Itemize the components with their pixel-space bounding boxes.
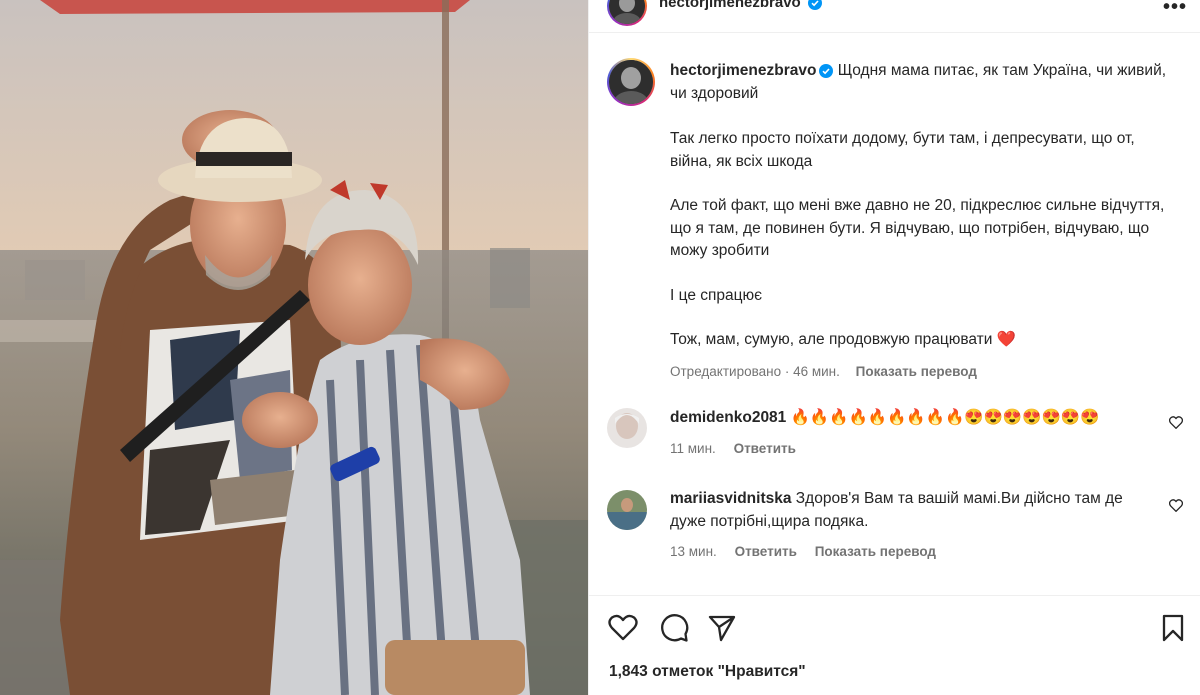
translate-button[interactable]: Показать перевод xyxy=(815,544,936,559)
caption-paragraph: І це спрацює xyxy=(670,286,763,304)
likes-count[interactable]: 1,843 отметок "Нравится" xyxy=(609,663,806,681)
verified-badge-icon xyxy=(819,63,834,78)
caption-paragraph: Тож, мам, сумую, але продовжую працювати xyxy=(670,331,993,348)
caption-username[interactable]: hectorjimenezbravo xyxy=(670,62,816,79)
comment-time[interactable]: 13 мин. xyxy=(670,544,717,559)
post-actions: 1,843 отметок "Нравится" xyxy=(589,595,1200,695)
post-photo[interactable] xyxy=(0,0,588,695)
caption-paragraph: Але той факт, що мені вже давно не 20, п… xyxy=(670,197,1165,259)
small-heart-icon[interactable] xyxy=(1168,499,1184,515)
reply-button[interactable]: Ответить xyxy=(734,441,796,456)
caption-text: hectorjimenezbravo Щодня мама питає, як … xyxy=(670,60,1170,383)
more-options-icon[interactable]: ••• xyxy=(1163,0,1187,19)
comment-meta: 13 мин. Ответить Показать перевод xyxy=(670,544,950,559)
comment-text: 🔥🔥🔥🔥🔥🔥🔥🔥🔥😍😍😍😍😍😍😍 xyxy=(790,409,1100,426)
comment-body: demidenko2081 🔥🔥🔥🔥🔥🔥🔥🔥🔥😍😍😍😍😍😍😍 xyxy=(670,407,1150,430)
comment-meta: 11 мин. Ответить xyxy=(670,441,810,456)
translate-button[interactable]: Показать перевод xyxy=(856,364,977,379)
paper-plane-icon[interactable] xyxy=(706,612,738,644)
commenter-username[interactable]: demidenko2081 xyxy=(670,409,786,426)
small-heart-icon[interactable] xyxy=(1168,416,1184,432)
caption-meta: Отредактировано · 46 мин. Показать перев… xyxy=(670,363,977,379)
post-header: hectorjimenezbravo ••• xyxy=(589,0,1200,33)
author-avatar[interactable] xyxy=(607,0,647,26)
post-photo-image xyxy=(0,0,588,695)
heart-outline-icon[interactable] xyxy=(607,612,639,644)
bookmark-icon[interactable] xyxy=(1157,612,1189,644)
commenter-username[interactable]: mariiasvidnitska xyxy=(670,490,791,507)
author-username[interactable]: hectorjimenezbravo xyxy=(659,0,822,11)
caption-author-avatar[interactable] xyxy=(607,58,655,106)
post-panel: hectorjimenezbravo ••• hectorjimenezbrav… xyxy=(588,0,1200,695)
comment-time[interactable]: 11 мин. xyxy=(670,441,716,456)
comment-body: mariiasvidnitska Здоров'я Вам та вашій м… xyxy=(670,488,1150,533)
verified-badge-icon xyxy=(807,0,822,11)
reply-button[interactable]: Ответить xyxy=(735,544,797,559)
caption-paragraph: Так легко просто поїхати додому, бути та… xyxy=(670,130,1135,170)
post-time[interactable]: 46 мин. xyxy=(793,364,840,379)
edited-label: Отредактировано xyxy=(670,363,782,379)
commenter-avatar[interactable] xyxy=(607,490,647,530)
comment-bubble-icon[interactable] xyxy=(658,612,690,644)
red-heart-emoji: ❤️ xyxy=(996,331,1017,348)
commenter-avatar[interactable] xyxy=(607,408,647,448)
